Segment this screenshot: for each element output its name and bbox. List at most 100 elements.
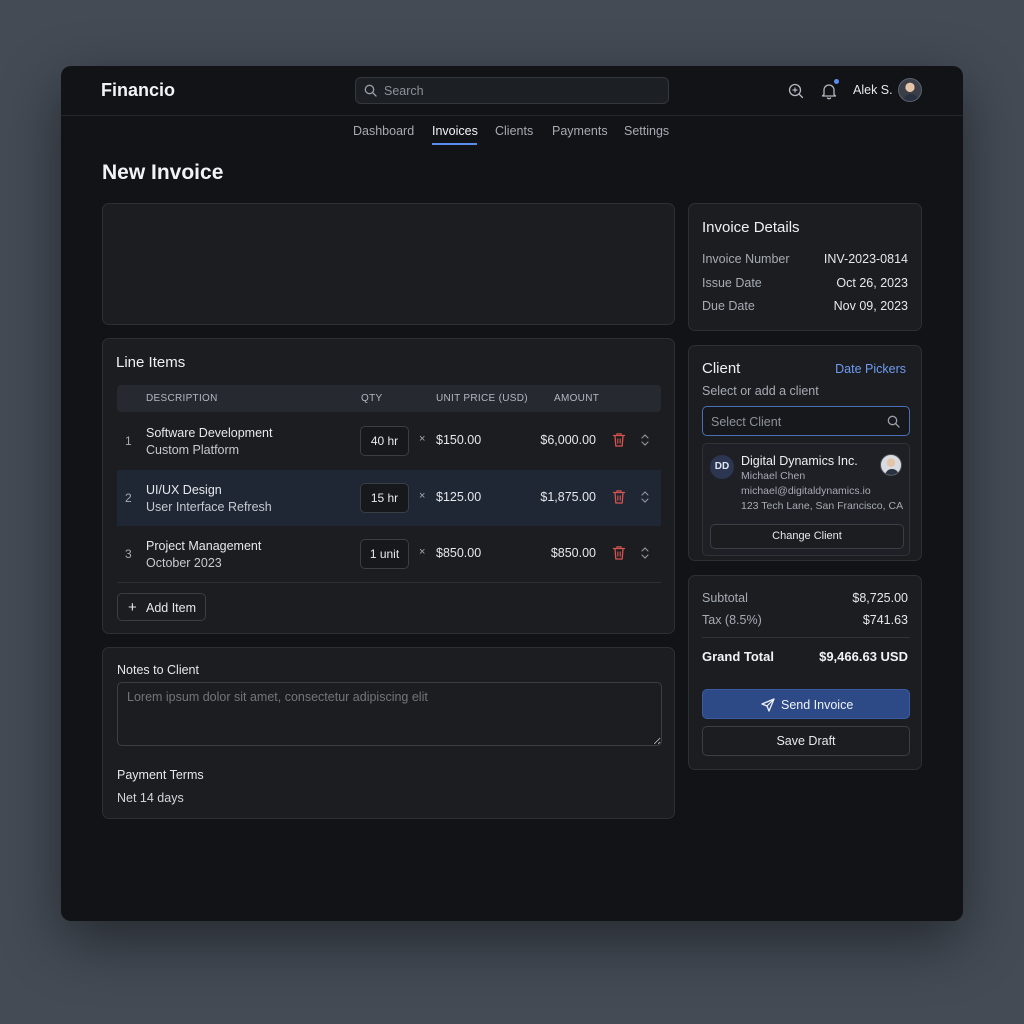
- brand-logo[interactable]: Financio: [101, 80, 175, 101]
- grand-total-label: Grand Total: [702, 649, 774, 664]
- unit-price[interactable]: $150.00: [436, 433, 481, 447]
- search-icon: [364, 84, 377, 97]
- save-draft-button[interactable]: Save Draft: [702, 726, 910, 756]
- multiply-sign: ×: [419, 546, 426, 558]
- nav-settings[interactable]: Settings: [624, 124, 669, 138]
- due-date-label: Due Date: [702, 299, 755, 313]
- unit-price[interactable]: $850.00: [436, 546, 481, 560]
- table-header: DESCRIPTION QTY UNIT PRICE (USD) AMOUNT: [117, 385, 661, 412]
- reorder-handle-icon[interactable]: [640, 432, 650, 448]
- change-client-button[interactable]: Change Client: [710, 524, 904, 549]
- row-number: 2: [125, 491, 132, 505]
- search-icon: [887, 415, 900, 428]
- active-tab-indicator: [432, 143, 477, 145]
- invoice-number-value[interactable]: INV-2023-0814: [824, 252, 908, 266]
- client-card: DD Digital Dynamics Inc. Michael Chen mi…: [702, 443, 910, 556]
- tax-value: $741.63: [862, 613, 908, 627]
- client-company: Digital Dynamics Inc.: [741, 454, 858, 468]
- col-description: DESCRIPTION: [146, 393, 218, 404]
- multiply-sign: ×: [419, 490, 426, 502]
- user-name[interactable]: Alek S.: [853, 83, 893, 97]
- col-amount: AMOUNT: [554, 393, 600, 404]
- invoice-number-label: Invoice Number: [702, 252, 790, 266]
- client-address: 123 Tech Lane, San Francisco, CA: [741, 500, 904, 512]
- send-invoice-label: Send Invoice: [781, 698, 854, 712]
- client-contact: Michael Chen: [741, 470, 806, 482]
- payment-terms-label: Payment Terms: [117, 768, 204, 782]
- line-amount: $1,875.00: [540, 490, 596, 504]
- notes-textarea[interactable]: [117, 682, 662, 746]
- nav-clients[interactable]: Clients: [495, 124, 533, 138]
- subtotal-value: $8,725.00: [852, 591, 908, 605]
- reorder-handle-icon[interactable]: [640, 489, 650, 505]
- qty-field[interactable]: 40 hr: [360, 426, 409, 456]
- line-amount: $850.00: [550, 546, 596, 560]
- zoom-search-icon[interactable]: [787, 82, 805, 100]
- notes-label: Notes to Client: [117, 663, 199, 677]
- client-search-input[interactable]: [711, 413, 881, 431]
- main-nav: Dashboard Invoices Clients Payments Sett…: [61, 116, 963, 150]
- multiply-sign: ×: [419, 433, 426, 445]
- date-pickers-link[interactable]: Date Pickers: [835, 362, 906, 376]
- global-search[interactable]: [355, 77, 669, 104]
- client-select[interactable]: [702, 406, 910, 436]
- item-subtitle: October 2023: [146, 556, 222, 570]
- grand-total-value: $9,466.63 USD: [819, 649, 908, 664]
- send-invoice-button[interactable]: Send Invoice: [702, 689, 910, 719]
- subtotal-label: Subtotal: [702, 591, 748, 605]
- nav-payments[interactable]: Payments: [552, 124, 608, 138]
- add-item-button[interactable]: + Add Item: [117, 593, 206, 621]
- app-window: Financio Alek S. Dashboard Invoices Clie…: [61, 66, 963, 921]
- col-unit-price: UNIT PRICE (USD): [436, 393, 528, 404]
- client-title: Client: [702, 360, 741, 377]
- search-input[interactable]: [384, 81, 654, 101]
- add-item-label: Add Item: [146, 601, 197, 615]
- trash-icon[interactable]: [612, 432, 626, 448]
- line-items-title: Line Items: [116, 354, 186, 371]
- notification-dot: [834, 79, 839, 84]
- qty-field[interactable]: 15 hr: [360, 483, 409, 513]
- client-email: michael@digitaldynamics.io: [741, 485, 871, 497]
- item-title: Software Development: [146, 426, 273, 440]
- totals-divider: [702, 637, 910, 638]
- client-subtitle: Select or add a client: [702, 384, 819, 398]
- client-panel: Client Date Pickers Select or add a clie…: [688, 345, 922, 561]
- due-date-value[interactable]: Nov 09, 2023: [834, 299, 908, 313]
- issue-date-label: Issue Date: [702, 276, 762, 290]
- item-title: Project Management: [146, 539, 262, 553]
- empty-panel: [102, 203, 675, 325]
- client-initials-avatar: DD: [710, 455, 734, 479]
- trash-icon[interactable]: [612, 545, 626, 561]
- col-qty: QTY: [361, 393, 383, 404]
- table-row[interactable]: 1 Software Development Custom Platform 4…: [117, 413, 661, 469]
- item-subtitle: Custom Platform: [146, 443, 240, 457]
- nav-dashboard[interactable]: Dashboard: [353, 124, 414, 138]
- invoice-details-title: Invoice Details: [702, 219, 800, 236]
- item-subtitle: User Interface Refresh: [146, 500, 272, 514]
- plus-icon: +: [128, 599, 137, 616]
- trash-icon[interactable]: [612, 489, 626, 505]
- reorder-handle-icon[interactable]: [640, 545, 650, 561]
- payment-terms-value[interactable]: Net 14 days: [117, 791, 184, 805]
- unit-price[interactable]: $125.00: [436, 490, 481, 504]
- user-avatar[interactable]: [898, 78, 922, 102]
- client-contact-avatar: [880, 454, 902, 476]
- page-title: New Invoice: [102, 161, 224, 184]
- notification-bell-icon[interactable]: [820, 82, 838, 100]
- table-row[interactable]: 3 Project Management October 2023 1 unit…: [117, 526, 661, 582]
- nav-invoices[interactable]: Invoices: [432, 124, 478, 138]
- notes-panel: Notes to Client Payment Terms Net 14 day…: [102, 647, 675, 819]
- table-divider: [117, 582, 661, 583]
- tax-label: Tax (8.5%): [702, 613, 762, 627]
- send-icon: [761, 698, 775, 712]
- invoice-details-panel: Invoice Details Invoice Number INV-2023-…: [688, 203, 922, 331]
- top-header: Financio Alek S.: [61, 66, 963, 116]
- line-items-panel: Line Items DESCRIPTION QTY UNIT PRICE (U…: [102, 338, 675, 634]
- issue-date-value[interactable]: Oct 26, 2023: [836, 276, 908, 290]
- table-row[interactable]: 2 UI/UX Design User Interface Refresh 15…: [117, 470, 661, 526]
- item-title: UI/UX Design: [146, 483, 222, 497]
- row-number: 3: [125, 547, 132, 561]
- qty-field[interactable]: 1 unit: [360, 539, 409, 569]
- line-amount: $6,000.00: [540, 433, 596, 447]
- totals-panel: Subtotal $8,725.00 Tax (8.5%) $741.63 Gr…: [688, 575, 922, 770]
